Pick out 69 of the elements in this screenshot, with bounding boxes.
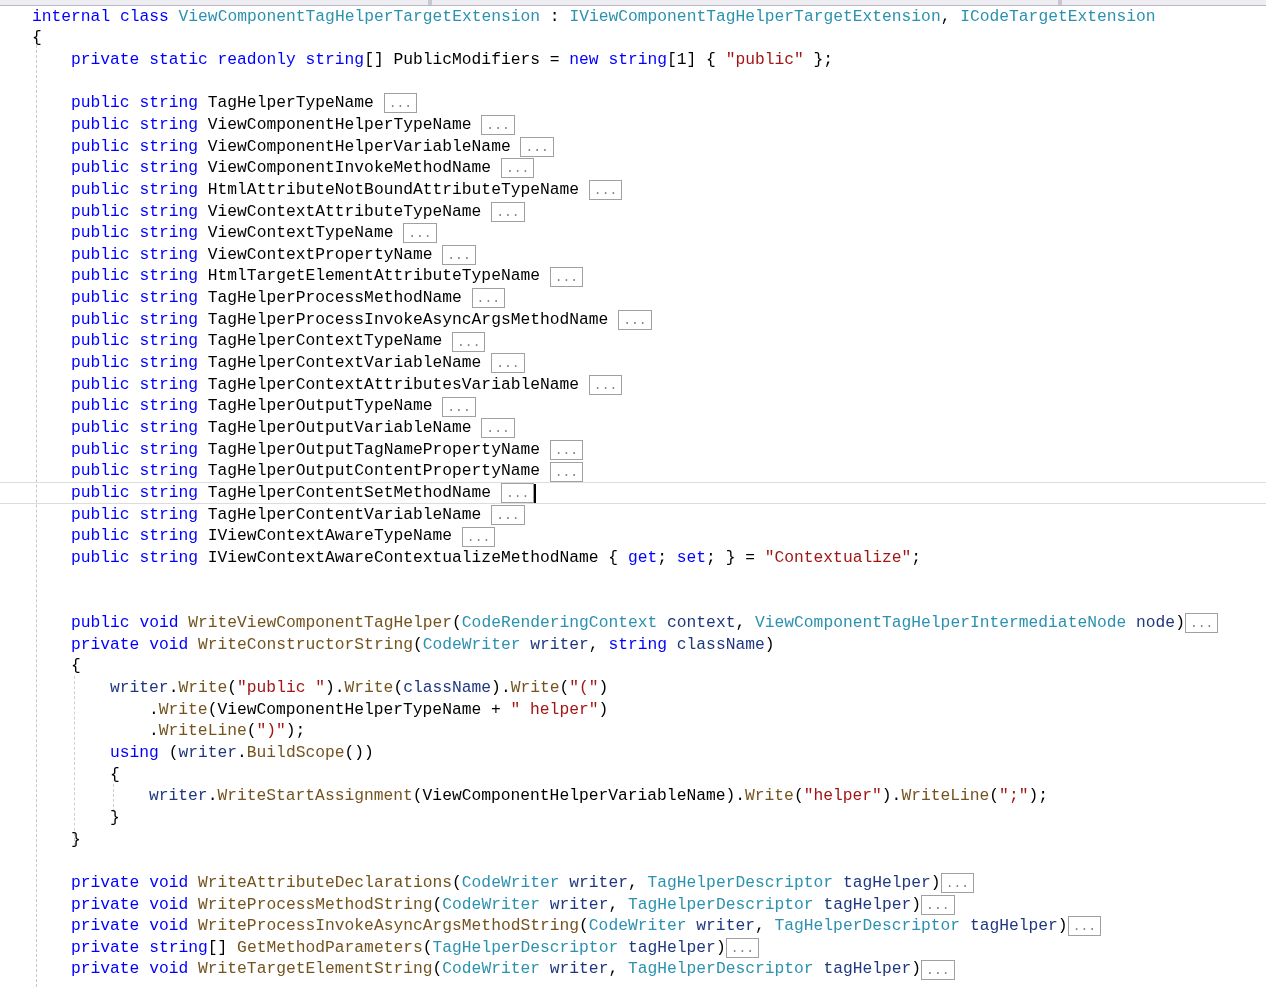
collapsed-code-marker[interactable]: ... (588, 375, 623, 395)
collapsed-code-marker[interactable]: ... (520, 136, 554, 157)
code-line: public string TagHelperOutputContentPropertyName (71, 460, 541, 483)
code-line: .WriteLine(")"); (149, 720, 306, 743)
code-line: private void WriteProcessMethodString(CodeWriter writer, TagHelperDescriptor tagHelper) (71, 893, 922, 916)
collapsed-code-marker[interactable]: ... (549, 266, 584, 287)
code-line: { (71, 655, 81, 678)
code-line: public string TagHelperProcessInvokeAsyncArgsMethodName (71, 308, 610, 331)
code-line: writer.WriteStartAssignment(ViewComponentHelperVariableName).Write("helper").WriteLine(";"); (149, 785, 1048, 808)
code-line: public string TagHelperOutputTagNamePropertyName (71, 438, 541, 461)
collapsed-code-marker[interactable]: ... (481, 115, 515, 136)
collapsed-code-marker[interactable]: ... (461, 526, 496, 547)
code-line: public string ViewComponentHelperTypeName (71, 113, 473, 136)
code-line: .Write(ViewComponentHelperTypeName + " helper") (149, 698, 609, 721)
code-line: public string ViewContextTypeName (71, 222, 395, 245)
code-line: public string IViewContextAwareTypeName (71, 525, 454, 548)
collapsed-code-marker[interactable]: ... (921, 894, 955, 915)
code-line: public string HtmlAttributeNotBoundAttributeTypeName (71, 178, 581, 201)
collapsed-code-marker[interactable]: ... (588, 180, 623, 201)
code-line: internal class ViewComponentTagHelperTargetExtension : IViewComponentTagHelperTargetExtension, ICodeTargetExtension (32, 5, 1156, 28)
code-line: private static readonly string[] PublicModifiers = new string[1] { "public" }; (71, 48, 834, 71)
collapsed-code-marker[interactable]: ... (442, 245, 476, 266)
text-cursor (534, 483, 537, 503)
collapsed-code-marker[interactable]: ... (383, 93, 418, 114)
code-line: public string TagHelperProcessMethodName (71, 287, 463, 310)
code-line: public string TagHelperContentSetMethodName (71, 482, 493, 505)
code-line: public string IViewContextAwareContextualizeMethodName { get; set; } = "Contextualize"; (71, 547, 922, 569)
code-line: private void WriteProcessInvokeAsyncArgsMethodString(CodeWriter writer, TagHelperDescriptor tagHelper) (71, 915, 1068, 938)
code-line: public string TagHelperContextVariableName (71, 352, 483, 375)
code-line: } (71, 828, 81, 851)
code-line: } (110, 806, 120, 829)
collapsed-code-marker[interactable]: ... (500, 483, 535, 504)
code-line: private void WriteTargetElementString(CodeWriter writer, TagHelperDescriptor tagHelper) (71, 958, 922, 981)
collapsed-code-marker[interactable]: ... (921, 959, 955, 980)
collapsed-code-marker[interactable]: ... (1067, 916, 1102, 937)
collapsed-code-marker[interactable]: ... (725, 938, 760, 959)
code-line: public string ViewComponentInvokeMethodName (71, 157, 493, 180)
collapsed-code-marker[interactable]: ... (452, 331, 486, 352)
code-line: public string TagHelperContextAttributesVariableName (71, 373, 581, 396)
collapsed-code-marker[interactable]: ... (940, 873, 975, 894)
code-line: public string HtmlTargetElementAttributeTypeName (71, 265, 541, 288)
collapsed-code-marker[interactable]: ... (471, 288, 505, 309)
collapsed-code-marker[interactable]: ... (491, 353, 525, 374)
collapsed-code-marker[interactable]: ... (500, 158, 535, 179)
code-line: public void WriteViewComponentTagHelper(CodeRenderingContext context, ViewComponentTagHelperIntermediateNode node) (71, 612, 1185, 634)
collapsed-code-marker[interactable]: ... (403, 223, 437, 244)
code-line: public string ViewContextPropertyName (71, 243, 434, 266)
code-line: private void WriteConstructorString(CodeWriter writer, string className) (71, 633, 775, 656)
code-line: public string TagHelperOutputTypeName (71, 395, 434, 418)
code-line: public string ViewComponentHelperVariableName (71, 135, 512, 158)
code-line: { (32, 27, 42, 50)
code-line: using (writer.BuildScope()) (110, 741, 374, 764)
collapsed-code-marker[interactable]: ... (549, 439, 584, 460)
code-line: public string TagHelperContextTypeName (71, 330, 444, 353)
collapsed-code-marker[interactable]: ... (549, 461, 584, 482)
code-line: public string TagHelperContentVariableName (71, 503, 483, 526)
collapsed-code-marker[interactable]: ... (442, 396, 476, 417)
code-line: public string TagHelperTypeName (71, 92, 375, 115)
code-line: writer.Write("public ").Write(className).Write("(") (110, 676, 609, 699)
code-line: { (110, 763, 120, 786)
collapsed-code-marker[interactable]: ... (491, 504, 525, 525)
collapsed-code-marker[interactable]: ... (1184, 613, 1219, 634)
code-line: private void WriteAttributeDeclarations(CodeWriter writer, TagHelperDescriptor tagHelper) (71, 871, 941, 894)
collapsed-code-marker[interactable]: ... (618, 310, 652, 330)
collapsed-code-marker[interactable]: ... (481, 418, 515, 439)
code-line: private string[] GetMethodParameters(TagHelperDescriptor tagHelper) (71, 936, 726, 959)
code-line: public string ViewContextAttributeTypeName (71, 200, 483, 223)
collapsed-code-marker[interactable]: ... (491, 201, 525, 222)
code-line: public string TagHelperOutputVariableName (71, 417, 473, 440)
